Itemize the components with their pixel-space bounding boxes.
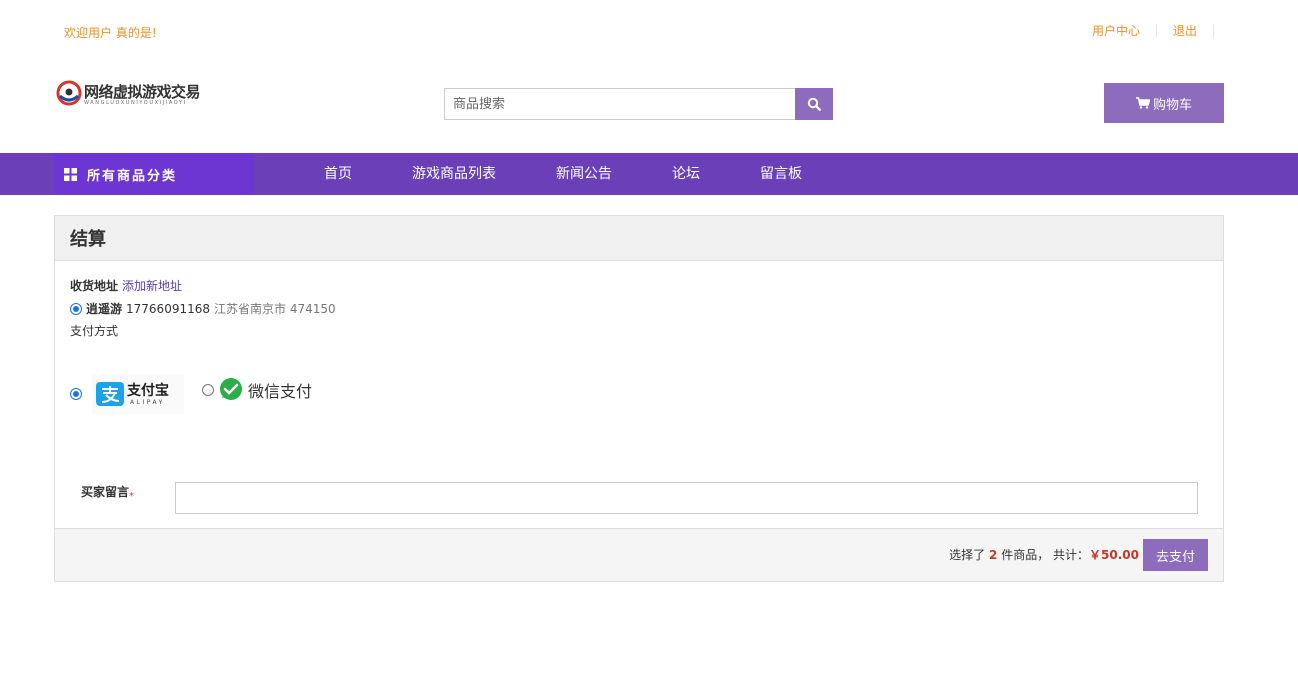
order-summary: 选择了 2 件商品， 共计：￥50.00 <box>949 546 1139 563</box>
buyer-message-input[interactable] <box>175 482 1198 514</box>
all-categories-label: 所有商品分类 <box>87 168 178 184</box>
alipay-sub: ALIPAY <box>130 399 165 406</box>
wechat-radio[interactable] <box>202 384 214 396</box>
add-address-link[interactable]: 添加新地址 <box>122 279 182 293</box>
site-logo[interactable]: 网络虚拟游戏交易 WANGLUOXUNIYOUXIJIAOYI <box>56 78 216 112</box>
alipay-icon <box>96 382 124 406</box>
nav-item-news[interactable]: 新闻公告 <box>556 153 612 195</box>
checkout-panel: 结算 收货地址 添加新地址 逍遥游 17766091168 江苏省南京市 4741… <box>54 215 1224 582</box>
payment-option-alipay[interactable]: 支付宝 ALIPAY <box>70 374 184 414</box>
grid-icon <box>64 167 77 181</box>
pay-button[interactable]: 去支付 <box>1143 539 1208 571</box>
required-mark: * <box>129 491 135 502</box>
search-icon <box>807 97 821 111</box>
alipay-radio[interactable] <box>70 388 82 400</box>
checkout-header: 结算 <box>55 216 1223 261</box>
nav-item-forum[interactable]: 论坛 <box>672 153 700 195</box>
checkout-title: 结算 <box>70 229 106 250</box>
welcome-text: 欢迎用户 真的是! <box>64 26 157 40</box>
cart-icon <box>1135 97 1150 109</box>
summary-prefix: 选择了 <box>949 548 986 562</box>
search-input[interactable] <box>444 88 795 120</box>
summary-mid: 件商品， 共计： <box>1001 548 1090 562</box>
address-place: 江苏省南京市 474150 <box>214 302 336 316</box>
address-section-title: 收货地址 添加新地址 <box>70 277 182 294</box>
logo-title: 网络虚拟游戏交易 <box>84 83 201 101</box>
logo-mark-icon <box>56 80 82 106</box>
buyer-message-text: 买家留言 <box>81 485 130 499</box>
search-bar <box>444 88 833 120</box>
cart-label: 购物车 <box>1152 97 1192 113</box>
payment-option-wechat[interactable]: 微信支付 <box>202 378 312 402</box>
address-label: 收货地址 <box>70 279 119 293</box>
top-links: 用户中心 退出 <box>1076 24 1214 38</box>
address-name: 逍遥游 <box>86 302 123 316</box>
address-option[interactable]: 逍遥游 17766091168 江苏省南京市 474150 <box>70 300 336 317</box>
search-button[interactable] <box>795 88 833 120</box>
buyer-message-label: 买家留言* <box>81 483 134 502</box>
logo-subtitle: WANGLUOXUNIYOUXIJIAOYI <box>84 100 187 106</box>
top-bar: 欢迎用户 真的是! 用户中心 退出 <box>0 0 1298 62</box>
alipay-logo: 支付宝 ALIPAY <box>92 374 184 414</box>
nav-item-message-board[interactable]: 留言板 <box>760 153 802 195</box>
logout-link[interactable]: 退出 <box>1157 24 1214 38</box>
main-nav: 所有商品分类 首页 游戏商品列表 新闻公告 论坛 留言板 <box>0 153 1298 195</box>
nav-item-game-list[interactable]: 游戏商品列表 <box>412 153 496 195</box>
address-phone: 17766091168 <box>126 301 210 316</box>
cart-button[interactable]: 购物车 <box>1104 83 1224 123</box>
alipay-name: 支付宝 <box>127 383 169 399</box>
wechat-pay-label: 微信支付 <box>248 382 313 401</box>
checkout-footer: 选择了 2 件商品， 共计：￥50.00 去支付 <box>55 528 1223 581</box>
user-center-link[interactable]: 用户中心 <box>1076 24 1157 38</box>
item-count: 2 <box>989 548 998 562</box>
order-total: ￥50.00 <box>1089 548 1139 562</box>
nav-item-home[interactable]: 首页 <box>324 153 352 195</box>
site-header: 网络虚拟游戏交易 WANGLUOXUNIYOUXIJIAOYI 购物车 <box>0 62 1298 152</box>
address-radio[interactable] <box>70 302 82 315</box>
payment-method-label: 支付方式 <box>70 324 119 338</box>
wechat-pay-icon <box>220 378 242 400</box>
all-categories-button[interactable]: 所有商品分类 <box>54 153 254 195</box>
